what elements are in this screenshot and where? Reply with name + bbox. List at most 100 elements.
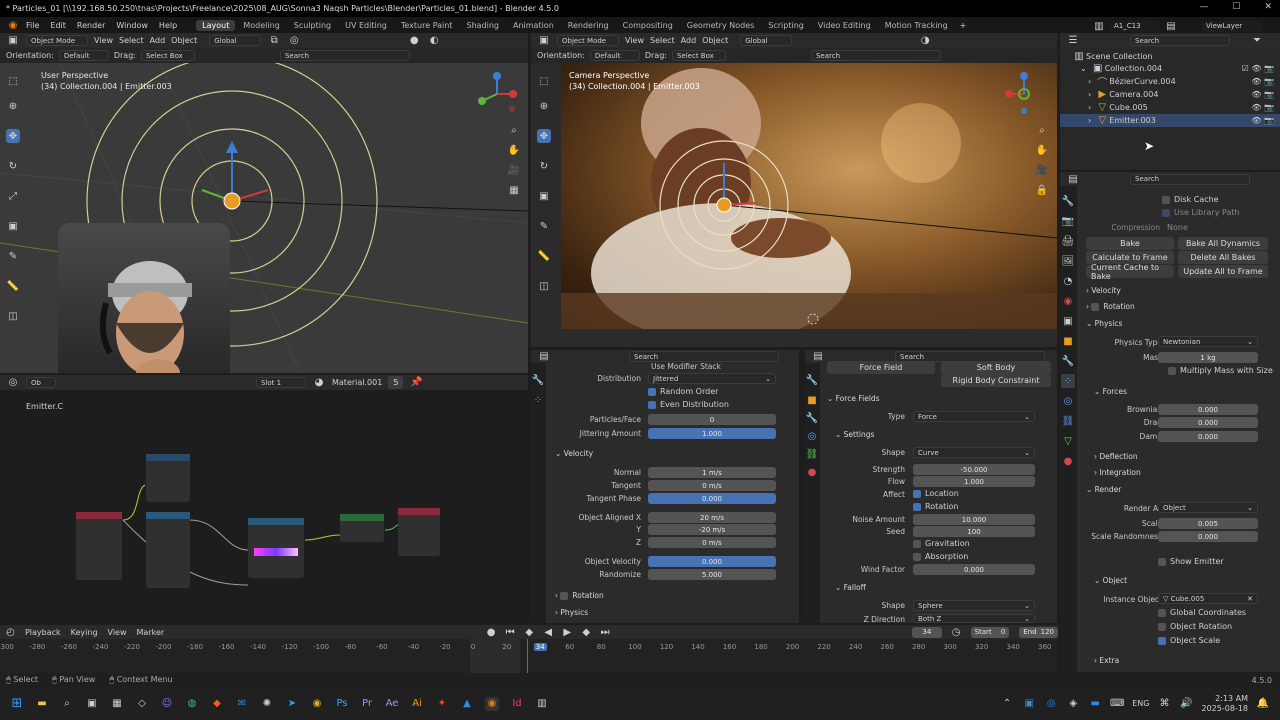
obj-aligned-x-field[interactable]: 20 m/s	[648, 512, 776, 523]
viewport-right[interactable]: Camera Perspective (34) Collection.004 |…	[531, 63, 1057, 347]
proportional-icon[interactable]: ◎	[287, 34, 301, 48]
strength-field[interactable]: -50.000	[913, 464, 1035, 475]
tray-icon-4[interactable]: ▬	[1088, 697, 1102, 711]
even-distribution-check[interactable]: Even Distribution	[648, 400, 729, 409]
snap-icon[interactable]: ⧉	[267, 34, 281, 48]
workspace-tab-layout[interactable]: Layout	[196, 19, 236, 31]
navigation-gizmo[interactable]	[474, 71, 520, 117]
material-tab-icon-2[interactable]: ●	[1061, 454, 1075, 468]
transform-orientation-dropdown[interactable]: Global	[209, 35, 262, 46]
properties-type-icon[interactable]: ▤	[1066, 172, 1080, 186]
add-menu[interactable]: Add	[150, 36, 166, 45]
deflection-section[interactable]: › Deflection	[1094, 452, 1138, 461]
navigation-gizmo-2[interactable]	[1001, 71, 1047, 117]
object-menu-2[interactable]: Object	[702, 36, 728, 45]
measure-tool-icon[interactable]: 📏	[6, 279, 20, 293]
drag-dropdown-2[interactable]: Select Box	[671, 50, 726, 61]
normal-field[interactable]: 1 m/s	[648, 467, 776, 478]
discord-icon[interactable]: ☺	[160, 697, 174, 711]
integration-section[interactable]: › Integration	[1094, 468, 1141, 477]
shading-material-icon[interactable]: ◐	[427, 34, 441, 48]
rotate-tool-icon-2[interactable]: ↻	[537, 159, 551, 173]
node-particle-info[interactable]	[76, 512, 122, 580]
shape-dropdown[interactable]: Curve ⌄	[913, 447, 1035, 458]
wind-field[interactable]: 0.000	[913, 564, 1035, 575]
viewport-search-2[interactable]: Search	[810, 50, 941, 61]
flow-field[interactable]: 1.000	[913, 476, 1035, 487]
extra-section[interactable]: › Extra	[1094, 656, 1119, 665]
view-menu-2[interactable]: View	[625, 36, 644, 45]
scene-collection-row[interactable]: ▥ Scene Collection	[1060, 50, 1280, 62]
world-tab-icon[interactable]: ◉	[1061, 294, 1075, 308]
current-frame-field[interactable]: 34	[912, 626, 942, 638]
global-coords-check[interactable]: Global Coordinates	[1158, 608, 1246, 617]
outliner-item-camera[interactable]: › ▶ Camera.004 👁 📷	[1060, 88, 1280, 101]
node-clamp[interactable]	[146, 454, 190, 502]
workspace-tab-geometry-nodes[interactable]: Geometry Nodes	[681, 20, 760, 31]
lock-camera-icon[interactable]: 🔒	[1035, 183, 1049, 197]
collection-tab-icon[interactable]: ▣	[1061, 314, 1075, 328]
prev-key-icon[interactable]: ◆	[522, 625, 536, 639]
shading-solid-icon[interactable]: ●	[407, 34, 421, 48]
drag-field[interactable]: 0.000	[1158, 417, 1258, 428]
whatsapp-icon[interactable]: ◍	[185, 697, 199, 711]
settings-section[interactable]: ⌄ Settings	[835, 430, 874, 439]
app-icon-2[interactable]: ▲	[460, 697, 474, 711]
menu-edit[interactable]: Edit	[50, 21, 66, 30]
tool-tab-icon[interactable]: 🔧	[531, 373, 545, 387]
photoshop-icon[interactable]: Ps	[335, 697, 349, 711]
node-map-range[interactable]	[146, 512, 190, 588]
outliner-item-bezier[interactable]: › ⌒ BézierCurve.004 👁 📷	[1060, 75, 1280, 89]
slot-dropdown[interactable]: Slot 1	[256, 377, 306, 388]
gravitation-check[interactable]: Gravitation	[913, 539, 970, 548]
select-menu[interactable]: Select	[119, 36, 144, 45]
particles-tab-icon-2[interactable]: ⁘	[1061, 374, 1075, 388]
soft-body-tab[interactable]: Soft Body	[941, 361, 1051, 374]
instance-field[interactable]: ▽ Cube.005 ✕	[1158, 593, 1258, 604]
vpn-icon[interactable]: ◇	[135, 697, 149, 711]
notification-icon[interactable]: 🔔	[1256, 697, 1270, 711]
object-mode-dropdown-2[interactable]: Object Mode	[557, 35, 619, 46]
chrome-icon[interactable]: ◉	[310, 697, 324, 711]
brave-icon[interactable]: ◆	[210, 697, 224, 711]
constraint-tab-icon[interactable]: ⛓	[805, 447, 819, 461]
view-menu[interactable]: View	[94, 36, 113, 45]
scene-icon[interactable]: ▥	[1092, 19, 1106, 33]
scale-tool-icon[interactable]: ⤢	[6, 189, 20, 203]
annotate-tool-icon-2[interactable]: ✎	[537, 219, 551, 233]
rotation-section-2[interactable]: › Rotation	[1086, 302, 1135, 311]
calculator-icon[interactable]: ▦	[110, 697, 124, 711]
illustrator-icon[interactable]: Ai	[410, 697, 424, 711]
jitter-field[interactable]: 1.000	[648, 428, 776, 439]
falloff-section[interactable]: ⌄ Falloff	[835, 583, 866, 592]
object-menu[interactable]: Object	[171, 36, 197, 45]
select-menu-2[interactable]: Select	[650, 36, 675, 45]
current-cache-button[interactable]: Current Cache to Bake	[1086, 263, 1174, 281]
outlook-icon[interactable]: ✉	[235, 697, 249, 711]
render-tab-icon[interactable]: 📷	[1061, 214, 1075, 228]
tray-icon-5[interactable]: ⌨	[1110, 697, 1124, 711]
chatgpt-icon[interactable]: ✺	[260, 697, 274, 711]
jump-end-icon[interactable]: ⏭	[598, 625, 612, 639]
playback-menu[interactable]: Playback	[25, 628, 61, 637]
menu-help[interactable]: Help	[159, 21, 177, 30]
marker-menu[interactable]: Marker	[137, 628, 165, 637]
falloff-shape-dropdown[interactable]: Sphere ⌄	[913, 600, 1035, 611]
figma-icon[interactable]: ✦	[435, 697, 449, 711]
render-section[interactable]: ⌄ Render	[1086, 485, 1121, 494]
start-frame-field[interactable]: Start 0	[970, 626, 1010, 638]
tray-icon-1[interactable]: ▣	[1022, 697, 1036, 711]
scale-field[interactable]: 0.005	[1158, 518, 1258, 529]
workspace-tab-texture-paint[interactable]: Texture Paint	[395, 20, 459, 31]
editor-type-icon-2[interactable]: ▣	[537, 34, 551, 48]
app-icon-1[interactable]: ▣	[85, 697, 99, 711]
disk-cache-check[interactable]: Disk Cache	[1162, 195, 1219, 204]
file-explorer-icon[interactable]: ▬	[35, 697, 49, 711]
constraint-tab-icon-2[interactable]: ⛓	[1061, 414, 1075, 428]
physics-section-2[interactable]: ⌄ Physics	[1086, 319, 1122, 328]
play-icon[interactable]: ▶	[560, 625, 574, 639]
filter-icon[interactable]: ⏷	[1250, 34, 1264, 48]
bake-button[interactable]: Bake	[1086, 237, 1174, 250]
object-mode-dropdown[interactable]: Object Mode	[26, 35, 88, 46]
outliner-search[interactable]: Search	[1130, 35, 1230, 46]
